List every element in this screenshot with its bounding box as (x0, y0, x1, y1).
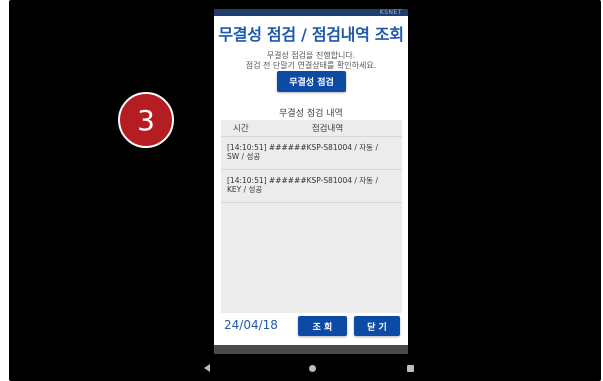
history-row-line-1: [14:10:51] ######KSP-S81004 / 자동 / (227, 143, 378, 152)
query-button[interactable]: 조 회 (298, 316, 347, 336)
history-row[interactable]: [14:10:51] ######KSP-S81004 / 자동 / SW / … (221, 137, 402, 170)
instruction-message: 무결성 점검을 진행합니다. 점검 전 단말기 연결상태를 확인하세요. (214, 51, 408, 71)
instruction-line-2: 점검 전 단말기 연결상태를 확인하세요. (245, 61, 377, 70)
history-header: 시간 점검내역 (221, 120, 402, 137)
status-bar: KSNET (214, 9, 408, 16)
date-display: 24/04/18 (224, 318, 278, 332)
history-row-line-2: SW / 성공 (227, 152, 261, 161)
column-time: 시간 (233, 124, 249, 134)
phone-bottom-bar (214, 345, 408, 354)
page-title: 무결성 점검 / 점검내역 조회 (218, 25, 404, 44)
history-row-line-2: KEY / 성공 (227, 185, 263, 194)
history-row[interactable]: [14:10:51] ######KSP-S81004 / 자동 / KEY /… (221, 170, 402, 203)
instruction-line-1: 무결성 점검을 진행합니다. (266, 51, 356, 60)
home-icon[interactable] (309, 365, 316, 372)
recents-icon[interactable] (407, 365, 414, 372)
brand-label: KSNET (379, 9, 402, 16)
history-list[interactable]: 시간 점검내역 [14:10:51] ######KSP-S81004 / 자동… (221, 120, 402, 313)
close-button[interactable]: 닫 기 (354, 316, 400, 336)
back-icon[interactable] (204, 364, 210, 372)
column-detail: 점검내역 (311, 124, 344, 134)
integrity-check-button[interactable]: 무결성 점검 (277, 71, 346, 92)
step-badge: 3 (118, 92, 174, 148)
history-title: 무결성 점검 내역 (279, 109, 343, 119)
phone-screen: KSNET 무결성 점검 / 점검내역 조회 무결성 점검을 진행합니다. 점검… (214, 9, 408, 354)
history-row-line-1: [14:10:51] ######KSP-S81004 / 자동 / (227, 176, 378, 185)
